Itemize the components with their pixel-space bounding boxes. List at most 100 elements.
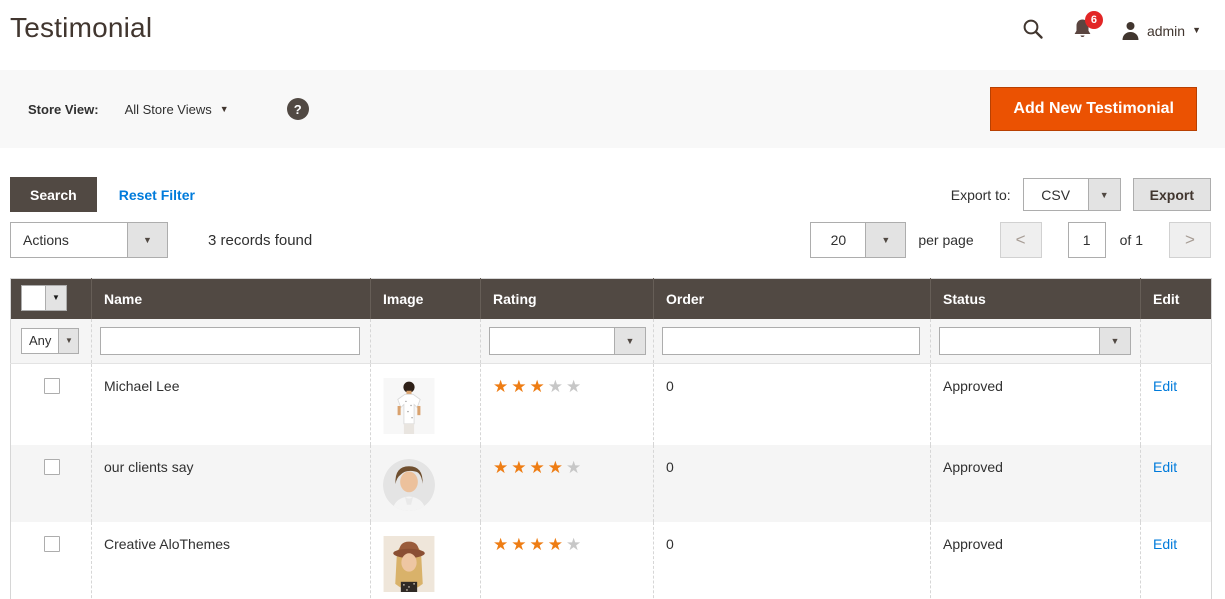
rating-filter-select[interactable] (489, 327, 646, 355)
column-header-edit[interactable]: Edit (1141, 279, 1212, 319)
export-button[interactable]: Export (1133, 178, 1211, 211)
pagination-group: 20 per page < of 1 > (810, 222, 1211, 258)
caret-down-icon[interactable] (58, 329, 78, 353)
any-filter-select[interactable]: Any (21, 328, 79, 354)
select-all-checkbox[interactable] (22, 286, 46, 310)
testimonial-photo (383, 459, 435, 511)
rating-stars: ★★★★★ (493, 458, 584, 477)
grid-filter-row: Any (11, 319, 1212, 364)
edit-link[interactable]: Edit (1153, 536, 1177, 552)
mass-action-pagination-row: Actions 3 records found 20 per page < of… (10, 222, 1211, 258)
testimonial-name: Creative AloThemes (104, 536, 230, 552)
records-found-label: 3 records found (208, 232, 312, 249)
filter-edit-cell (1141, 319, 1212, 364)
export-group: Export to: CSV Export (951, 178, 1211, 211)
search-export-row: Search Reset Filter Export to: CSV Expor… (10, 177, 1211, 212)
total-pages-label: of 1 (1120, 232, 1143, 248)
admin-user-menu[interactable]: admin ▼ (1121, 21, 1201, 41)
current-page-input[interactable] (1068, 222, 1106, 258)
order-value: 0 (666, 536, 674, 552)
edit-cell: Edit (1141, 364, 1212, 446)
store-view-selector[interactable]: All Store Views ▼ (125, 102, 229, 117)
mass-actions-select[interactable]: Actions (10, 222, 168, 258)
export-format-value: CSV (1024, 179, 1088, 210)
filter-image-cell (371, 319, 481, 364)
prev-page-button[interactable]: < (1000, 222, 1042, 258)
image-cell (371, 445, 481, 522)
column-header-image[interactable]: Image (371, 279, 481, 319)
star-filled-icon: ★ (493, 377, 511, 396)
help-icon[interactable]: ? (287, 98, 309, 120)
testimonial-photo (383, 378, 435, 434)
image-cell (371, 364, 481, 446)
row-checkbox[interactable] (44, 459, 60, 475)
select-all-header (11, 279, 92, 319)
caret-down-icon: ▼ (1192, 26, 1201, 35)
column-header-status[interactable]: Status (931, 279, 1141, 319)
row-checkbox[interactable] (44, 536, 60, 552)
notifications-bell-icon[interactable]: 6 (1072, 18, 1093, 43)
status-cell: Approved (931, 445, 1141, 522)
name-cell: Creative AloThemes (92, 522, 371, 599)
edit-cell: Edit (1141, 522, 1212, 599)
edit-link[interactable]: Edit (1153, 378, 1177, 394)
grid-header-row: Name Image Rating Order Status Edit (11, 279, 1212, 319)
next-page-button[interactable]: > (1169, 222, 1211, 258)
caret-down-icon[interactable] (614, 328, 645, 354)
star-filled-icon: ★ (548, 535, 566, 554)
rating-stars: ★★★★★ (493, 535, 584, 554)
edit-cell: Edit (1141, 445, 1212, 522)
order-cell: 0 (654, 445, 931, 522)
star-filled-icon: ★ (511, 458, 529, 477)
rating-stars: ★★★★★ (493, 377, 584, 396)
status-value: Approved (943, 536, 1003, 552)
table-row: Michael Lee ★★★★★ (11, 364, 1212, 446)
search-button[interactable]: Search (10, 177, 97, 212)
testimonials-grid: Name Image Rating Order Status Edit Any (10, 278, 1212, 599)
star-filled-icon: ★ (493, 458, 511, 477)
row-checkbox[interactable] (44, 378, 60, 394)
page-title: Testimonial (10, 12, 152, 44)
column-header-order[interactable]: Order (654, 279, 931, 319)
star-filled-icon: ★ (530, 458, 548, 477)
page-header: Testimonial 6 admin ▼ (0, 0, 1225, 70)
star-empty-icon: ★ (566, 458, 584, 477)
order-value: 0 (666, 459, 674, 475)
select-all-control (21, 285, 67, 311)
image-cell (371, 522, 481, 599)
star-empty-icon: ★ (566, 377, 584, 396)
rating-cell: ★★★★★ (481, 445, 654, 522)
add-new-testimonial-button[interactable]: Add New Testimonial (990, 87, 1197, 131)
column-header-rating[interactable]: Rating (481, 279, 654, 319)
testimonial-photo (383, 536, 435, 592)
per-page-select[interactable]: 20 (810, 222, 906, 258)
row-select-cell (11, 522, 92, 599)
status-cell: Approved (931, 522, 1141, 599)
name-cell: our clients say (92, 445, 371, 522)
name-filter-input[interactable] (100, 327, 360, 355)
reset-filter-link[interactable]: Reset Filter (119, 187, 195, 203)
filter-name-cell (92, 319, 371, 364)
caret-down-icon[interactable] (1088, 179, 1120, 210)
any-filter-value: Any (22, 329, 58, 353)
row-select-cell (11, 364, 92, 446)
store-view-bar: Store View: All Store Views ▼ ? Add New … (0, 70, 1225, 148)
column-header-name[interactable]: Name (92, 279, 371, 319)
mass-actions-value: Actions (11, 223, 127, 257)
export-format-select[interactable]: CSV (1023, 178, 1121, 211)
edit-link[interactable]: Edit (1153, 459, 1177, 475)
select-options-caret-icon[interactable] (46, 286, 66, 310)
search-icon[interactable] (1022, 18, 1044, 43)
star-filled-icon: ★ (493, 535, 511, 554)
caret-down-icon[interactable] (1099, 328, 1130, 354)
store-view-label: Store View: (28, 102, 99, 117)
status-value: Approved (943, 378, 1003, 394)
status-filter-select[interactable] (939, 327, 1131, 355)
caret-down-icon[interactable] (865, 223, 905, 257)
status-cell: Approved (931, 364, 1141, 446)
per-page-label: per page (918, 232, 973, 248)
caret-down-icon[interactable] (127, 223, 167, 257)
star-filled-icon: ★ (530, 377, 548, 396)
filter-order-cell (654, 319, 931, 364)
order-filter-input[interactable] (662, 327, 920, 355)
